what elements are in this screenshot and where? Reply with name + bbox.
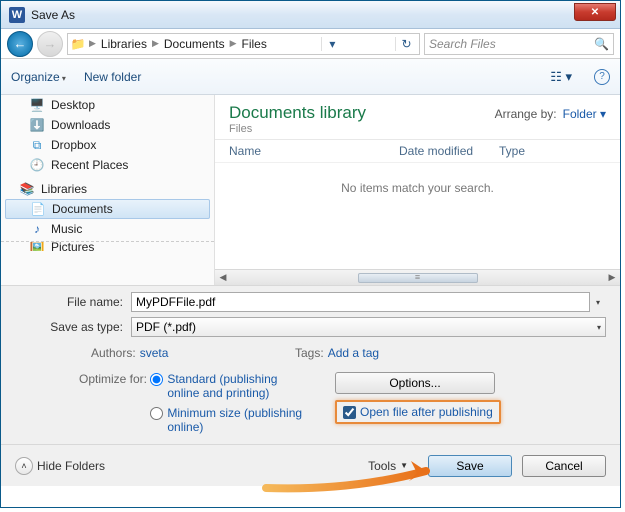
organize-menu[interactable]: Organize (11, 70, 66, 84)
window-title: Save As (31, 8, 75, 22)
scroll-left-icon[interactable]: ◀ (215, 272, 231, 283)
libraries-icon: 📚 (19, 182, 35, 196)
search-icon: 🔍 (594, 37, 609, 51)
authors-value[interactable]: sveta (140, 346, 169, 360)
breadcrumb-bar[interactable]: 📁 ▶ Libraries ▶ Documents ▶ Files ▾ ↻ (67, 33, 420, 55)
folder-path-icon: 📁 (70, 36, 86, 52)
sidebar-item-dropbox[interactable]: ⧉Dropbox (1, 135, 214, 155)
sidebar-item-desktop[interactable]: 🖥️Desktop (1, 95, 214, 115)
empty-message: No items match your search. (215, 163, 620, 269)
sidebar-item-music[interactable]: ♪Music (1, 219, 214, 239)
tags-value[interactable]: Add a tag (328, 346, 379, 360)
search-placeholder: Search Files (429, 37, 496, 51)
refresh-icon[interactable]: ↻ (395, 37, 417, 51)
breadcrumb-libraries[interactable]: Libraries (99, 37, 149, 51)
radio-minimum[interactable]: Minimum size (publishing online) (150, 406, 310, 434)
radio-standard[interactable]: Standard (publishing online and printing… (150, 372, 310, 400)
footer: ˄ Hide Folders Tools▼ Save Cancel (1, 444, 620, 486)
filename-label: File name: (15, 295, 131, 309)
recent-places-icon: 🕘 (29, 158, 45, 172)
optimize-label: Optimize for: (73, 372, 147, 386)
downloads-icon: ⬇️ (29, 118, 45, 132)
chevron-icon[interactable]: ▶ (151, 38, 160, 49)
authors-label: Authors: (91, 346, 136, 360)
music-icon: ♪ (29, 222, 45, 236)
content-area: Documents library Files Arrange by: Fold… (215, 95, 620, 285)
tools-menu[interactable]: Tools▼ (368, 459, 418, 473)
sidebar: 🖥️Desktop ⬇️Downloads ⧉Dropbox 🕘Recent P… (1, 95, 215, 285)
main-area: 🖥️Desktop ⬇️Downloads ⧉Dropbox 🕘Recent P… (1, 95, 620, 285)
nav-forward-button[interactable]: → (37, 31, 63, 57)
content-header: Documents library Files Arrange by: Fold… (215, 95, 620, 140)
title-bar: W Save As ✕ (1, 1, 620, 29)
nav-bar: ← → 📁 ▶ Libraries ▶ Documents ▶ Files ▾ … (1, 29, 620, 59)
cancel-button[interactable]: Cancel (522, 455, 606, 477)
arrange-by-control[interactable]: Arrange by: Folder ▾ (495, 103, 606, 121)
chevron-down-icon: ▾ (597, 323, 601, 332)
save-type-label: Save as type: (15, 320, 131, 334)
pictures-icon: 🖼️ (29, 241, 45, 251)
open-after-publishing-checkbox[interactable]: Open file after publishing (335, 400, 501, 424)
breadcrumb-files[interactable]: Files (240, 37, 269, 51)
options-button[interactable]: Options... (335, 372, 495, 394)
sidebar-item-documents[interactable]: 📄Documents (5, 199, 210, 219)
word-app-icon: W (9, 7, 25, 23)
column-date[interactable]: Date modified (399, 144, 499, 158)
sidebar-item-libraries[interactable]: 📚Libraries (1, 179, 214, 199)
save-button[interactable]: Save (428, 455, 512, 477)
scroll-right-icon[interactable]: ▶ (604, 272, 620, 283)
toolbar: Organize New folder ☷ ▾ ? (1, 59, 620, 95)
column-name[interactable]: Name (229, 144, 399, 158)
tags-label: Tags: (295, 346, 324, 360)
sidebar-item-downloads[interactable]: ⬇️Downloads (1, 115, 214, 135)
library-title: Documents library (229, 103, 366, 123)
save-type-combobox[interactable]: PDF (*.pdf) ▾ (131, 317, 606, 337)
sidebar-item-pictures[interactable]: 🖼️Pictures (1, 241, 214, 251)
documents-icon: 📄 (30, 202, 46, 216)
close-button[interactable]: ✕ (574, 3, 616, 21)
view-options-icon[interactable]: ☷ ▾ (546, 69, 576, 85)
nav-back-button[interactable]: ← (7, 31, 33, 57)
desktop-icon: 🖥️ (29, 98, 45, 112)
filename-dropdown-icon[interactable]: ▾ (590, 298, 606, 307)
form-area: File name: ▾ Save as type: PDF (*.pdf) ▾… (1, 285, 620, 444)
breadcrumb-documents[interactable]: Documents (162, 37, 227, 51)
chevron-up-icon: ˄ (15, 457, 33, 475)
horizontal-scrollbar[interactable]: ◀ ▶ (215, 269, 620, 285)
chevron-icon[interactable]: ▶ (88, 38, 97, 49)
scroll-thumb[interactable] (358, 273, 478, 283)
sidebar-item-recent[interactable]: 🕘Recent Places (1, 155, 214, 175)
hide-folders-button[interactable]: ˄ Hide Folders (15, 457, 105, 475)
search-input[interactable]: Search Files 🔍 (424, 33, 614, 55)
library-subtitle: Files (229, 123, 366, 135)
column-headers: Name Date modified Type (215, 140, 620, 163)
save-as-dialog: W Save As ✕ ← → 📁 ▶ Libraries ▶ Document… (0, 0, 621, 508)
dropbox-icon: ⧉ (29, 138, 45, 153)
chevron-icon[interactable]: ▶ (229, 38, 238, 49)
help-icon[interactable]: ? (594, 69, 610, 85)
filename-input[interactable] (131, 292, 590, 312)
new-folder-button[interactable]: New folder (84, 70, 141, 84)
dropdown-chevron-icon[interactable]: ▾ (321, 37, 343, 51)
column-type[interactable]: Type (499, 144, 606, 158)
